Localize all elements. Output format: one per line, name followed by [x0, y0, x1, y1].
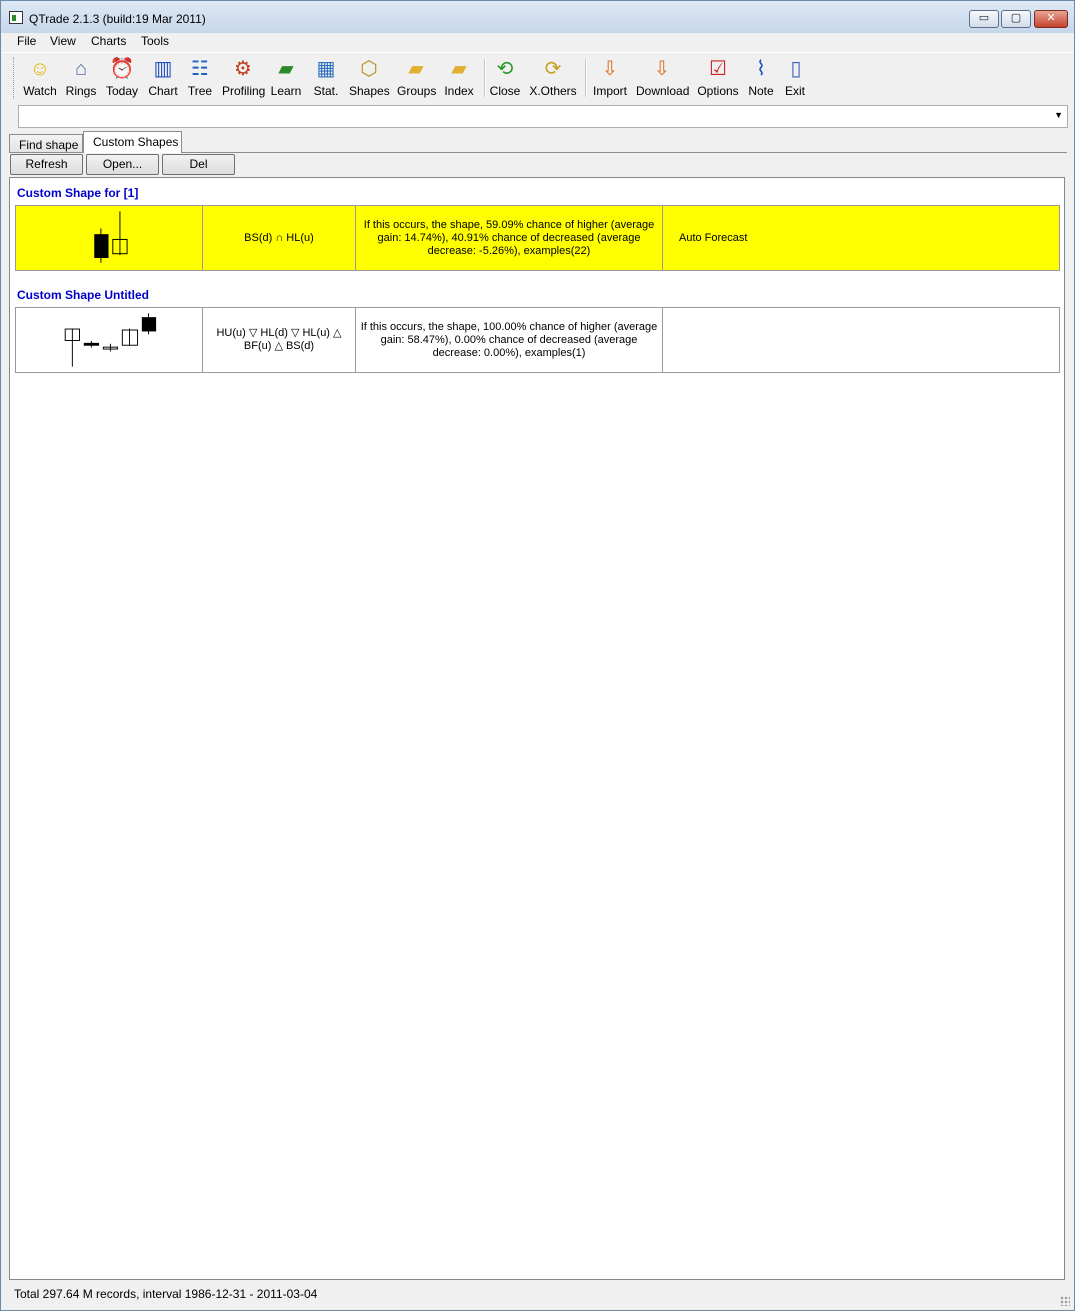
alarm-clock-icon: ⏰	[109, 58, 135, 80]
chevron-down-icon[interactable]: ▼	[1054, 110, 1063, 120]
tab-find-shape[interactable]: Find shape	[9, 134, 83, 153]
download-icon: ⇩	[653, 58, 671, 80]
toolbar-label: Shapes	[349, 84, 390, 98]
toolbar-label: Stat.	[313, 84, 339, 98]
toolbar-label: Chart	[148, 84, 178, 98]
status-bar: Total 297.64 M records, interval 1986-12…	[2, 1282, 1074, 1310]
shape-description: If this occurs, the shape, 100.00% chanc…	[356, 308, 663, 372]
shape-description: If this occurs, the shape, 59.09% chance…	[356, 206, 663, 270]
smiley-icon: ☺	[29, 58, 51, 80]
symbol-combo[interactable]: ▼	[18, 105, 1068, 128]
checklist-icon: ☑	[709, 58, 727, 80]
toolbar-index-button[interactable]: ▰ Index	[443, 56, 475, 100]
close-refresh-icon: ⟲	[496, 58, 514, 80]
close-window-button[interactable]: ✕	[1034, 10, 1068, 28]
bar-chart-icon: ▥	[153, 58, 173, 80]
house-icon: ⌂	[74, 58, 88, 80]
shape-action[interactable]	[663, 308, 1059, 372]
profiling-icon: ⚙	[234, 58, 252, 80]
menu-view[interactable]: View	[48, 34, 78, 48]
toolbar-today-button[interactable]: ⏰ Today	[104, 56, 140, 100]
toolbar-stat-button[interactable]: ▦ Stat.	[311, 56, 341, 100]
resize-grip-icon[interactable]	[1060, 1296, 1070, 1306]
status-text: Total 297.64 M records, interval 1986-12…	[14, 1287, 318, 1301]
toolbar-label: Groups	[397, 84, 437, 98]
shape-pattern: HU(u) ▽ HL(d) ▽ HL(u) △ BF(u) △ BS(d)	[203, 308, 356, 372]
paperclip-icon: ⌇	[756, 58, 766, 80]
toolbar-label: Rings	[65, 84, 97, 98]
menu-tools[interactable]: Tools	[139, 34, 171, 48]
folder-icon: ▰	[408, 58, 424, 80]
toolbar-label: Tree	[187, 84, 213, 98]
title-bar[interactable]: QTrade 2.1.3 (build:19 Mar 2011) ▭ ▢ ✕	[1, 1, 1074, 33]
toolbar-tree-button[interactable]: ☷ Tree	[186, 56, 214, 100]
toolbar-label: Exit	[784, 84, 805, 98]
toolbar-note-button[interactable]: ⌇ Note	[747, 56, 775, 100]
toolbar-chart-button[interactable]: ▥ Chart	[147, 56, 179, 100]
toolbar-exit-button[interactable]: ▯ Exit	[783, 56, 807, 100]
auto-forecast-link[interactable]: Auto Forecast	[663, 206, 1059, 270]
toolbar-rings-button[interactable]: ⌂ Rings	[64, 56, 98, 100]
shapes-icon: ⬡	[360, 58, 378, 80]
toolbar-label: Options	[697, 84, 739, 98]
toolbar-label: Index	[444, 84, 474, 98]
toolbar-label: Learn	[270, 84, 302, 98]
menu-charts[interactable]: Charts	[89, 34, 128, 48]
toolbar-label: Today	[105, 84, 139, 98]
toolbar-separator	[484, 59, 486, 97]
shape-row[interactable]: HU(u) ▽ HL(d) ▽ HL(u) △ BF(u) △ BS(d) If…	[15, 307, 1060, 373]
shape-title: Custom Shape Untitled	[17, 288, 150, 302]
minimize-button[interactable]: ▭	[969, 10, 999, 28]
tab-custom-shapes[interactable]: Custom Shapes	[83, 131, 182, 153]
menu-bar: File View Charts Tools	[2, 33, 1074, 51]
shape-title: Custom Shape for [1]	[17, 186, 139, 200]
toolbar-xothers-button[interactable]: ⟳ X.Others	[529, 56, 577, 100]
menu-file[interactable]: File	[15, 34, 38, 48]
window-title: QTrade 2.1.3 (build:19 Mar 2011)	[29, 12, 206, 26]
custom-shapes-panel: Custom Shape for [1] BS(d) ∩ HL(u) If th…	[9, 177, 1065, 1280]
shape-pattern: BS(d) ∩ HL(u)	[203, 206, 356, 270]
shape-row[interactable]: BS(d) ∩ HL(u) If this occurs, the shape,…	[15, 205, 1060, 271]
toolbar-label: Import	[592, 84, 627, 98]
candlestick-pattern	[64, 313, 157, 367]
toolbar-grip[interactable]	[13, 57, 16, 99]
toolbar-label: Profiling	[222, 84, 266, 98]
toolbar-shapes-button[interactable]: ⬡ Shapes	[349, 56, 390, 100]
candlestick-pattern	[94, 211, 128, 263]
toolbar-download-button[interactable]: ⇩ Download	[636, 56, 690, 100]
app-window: QTrade 2.1.3 (build:19 Mar 2011) ▭ ▢ ✕ F…	[0, 0, 1075, 1311]
toolbar-groups-button[interactable]: ▰ Groups	[397, 56, 437, 100]
toolbar-label: Close	[489, 84, 521, 98]
exit-door-icon: ▯	[790, 58, 802, 80]
shape-candles	[16, 206, 203, 270]
toolbar-label: Watch	[23, 84, 57, 98]
toolbar-profiling-button[interactable]: ⚙ Profiling	[222, 56, 266, 100]
open-button[interactable]: Open...	[86, 154, 159, 175]
others-icon: ⟳	[544, 58, 562, 80]
refresh-button[interactable]: Refresh	[10, 154, 83, 175]
bearish-candle	[141, 317, 157, 332]
toolbar-label: X.Others	[529, 84, 577, 98]
toolbar-watch-button[interactable]: ☺ Watch	[22, 56, 58, 100]
statistics-icon: ▦	[316, 58, 336, 80]
app-icon	[9, 11, 23, 24]
toolbar-import-button[interactable]: ⇩ Import	[592, 56, 628, 100]
toolbar-close-button[interactable]: ⟲ Close	[489, 56, 521, 100]
import-icon: ⇩	[601, 58, 619, 80]
maximize-button[interactable]: ▢	[1001, 10, 1031, 28]
folder-icon: ▰	[451, 58, 467, 80]
toolbar-label: Download	[636, 84, 690, 98]
tree-icon: ☷	[191, 58, 209, 80]
main-toolbar: ☺ Watch ⌂ Rings ⏰ Today ▥ Chart ☷ Tree ⚙ Profiling ▰…	[2, 52, 1074, 102]
toolbar-options-button[interactable]: ☑ Options	[697, 56, 739, 100]
doji-candle	[83, 342, 100, 346]
symbol-combo-row: ▼	[2, 103, 1074, 130]
book-icon: ▰	[278, 58, 294, 80]
shape-candles	[16, 308, 203, 372]
del-button[interactable]: Del	[162, 154, 235, 175]
toolbar-separator	[585, 59, 587, 97]
toolbar-learn-button[interactable]: ▰ Learn	[270, 56, 302, 100]
bearish-candle	[94, 234, 109, 258]
toolbar-label: Note	[748, 84, 774, 98]
